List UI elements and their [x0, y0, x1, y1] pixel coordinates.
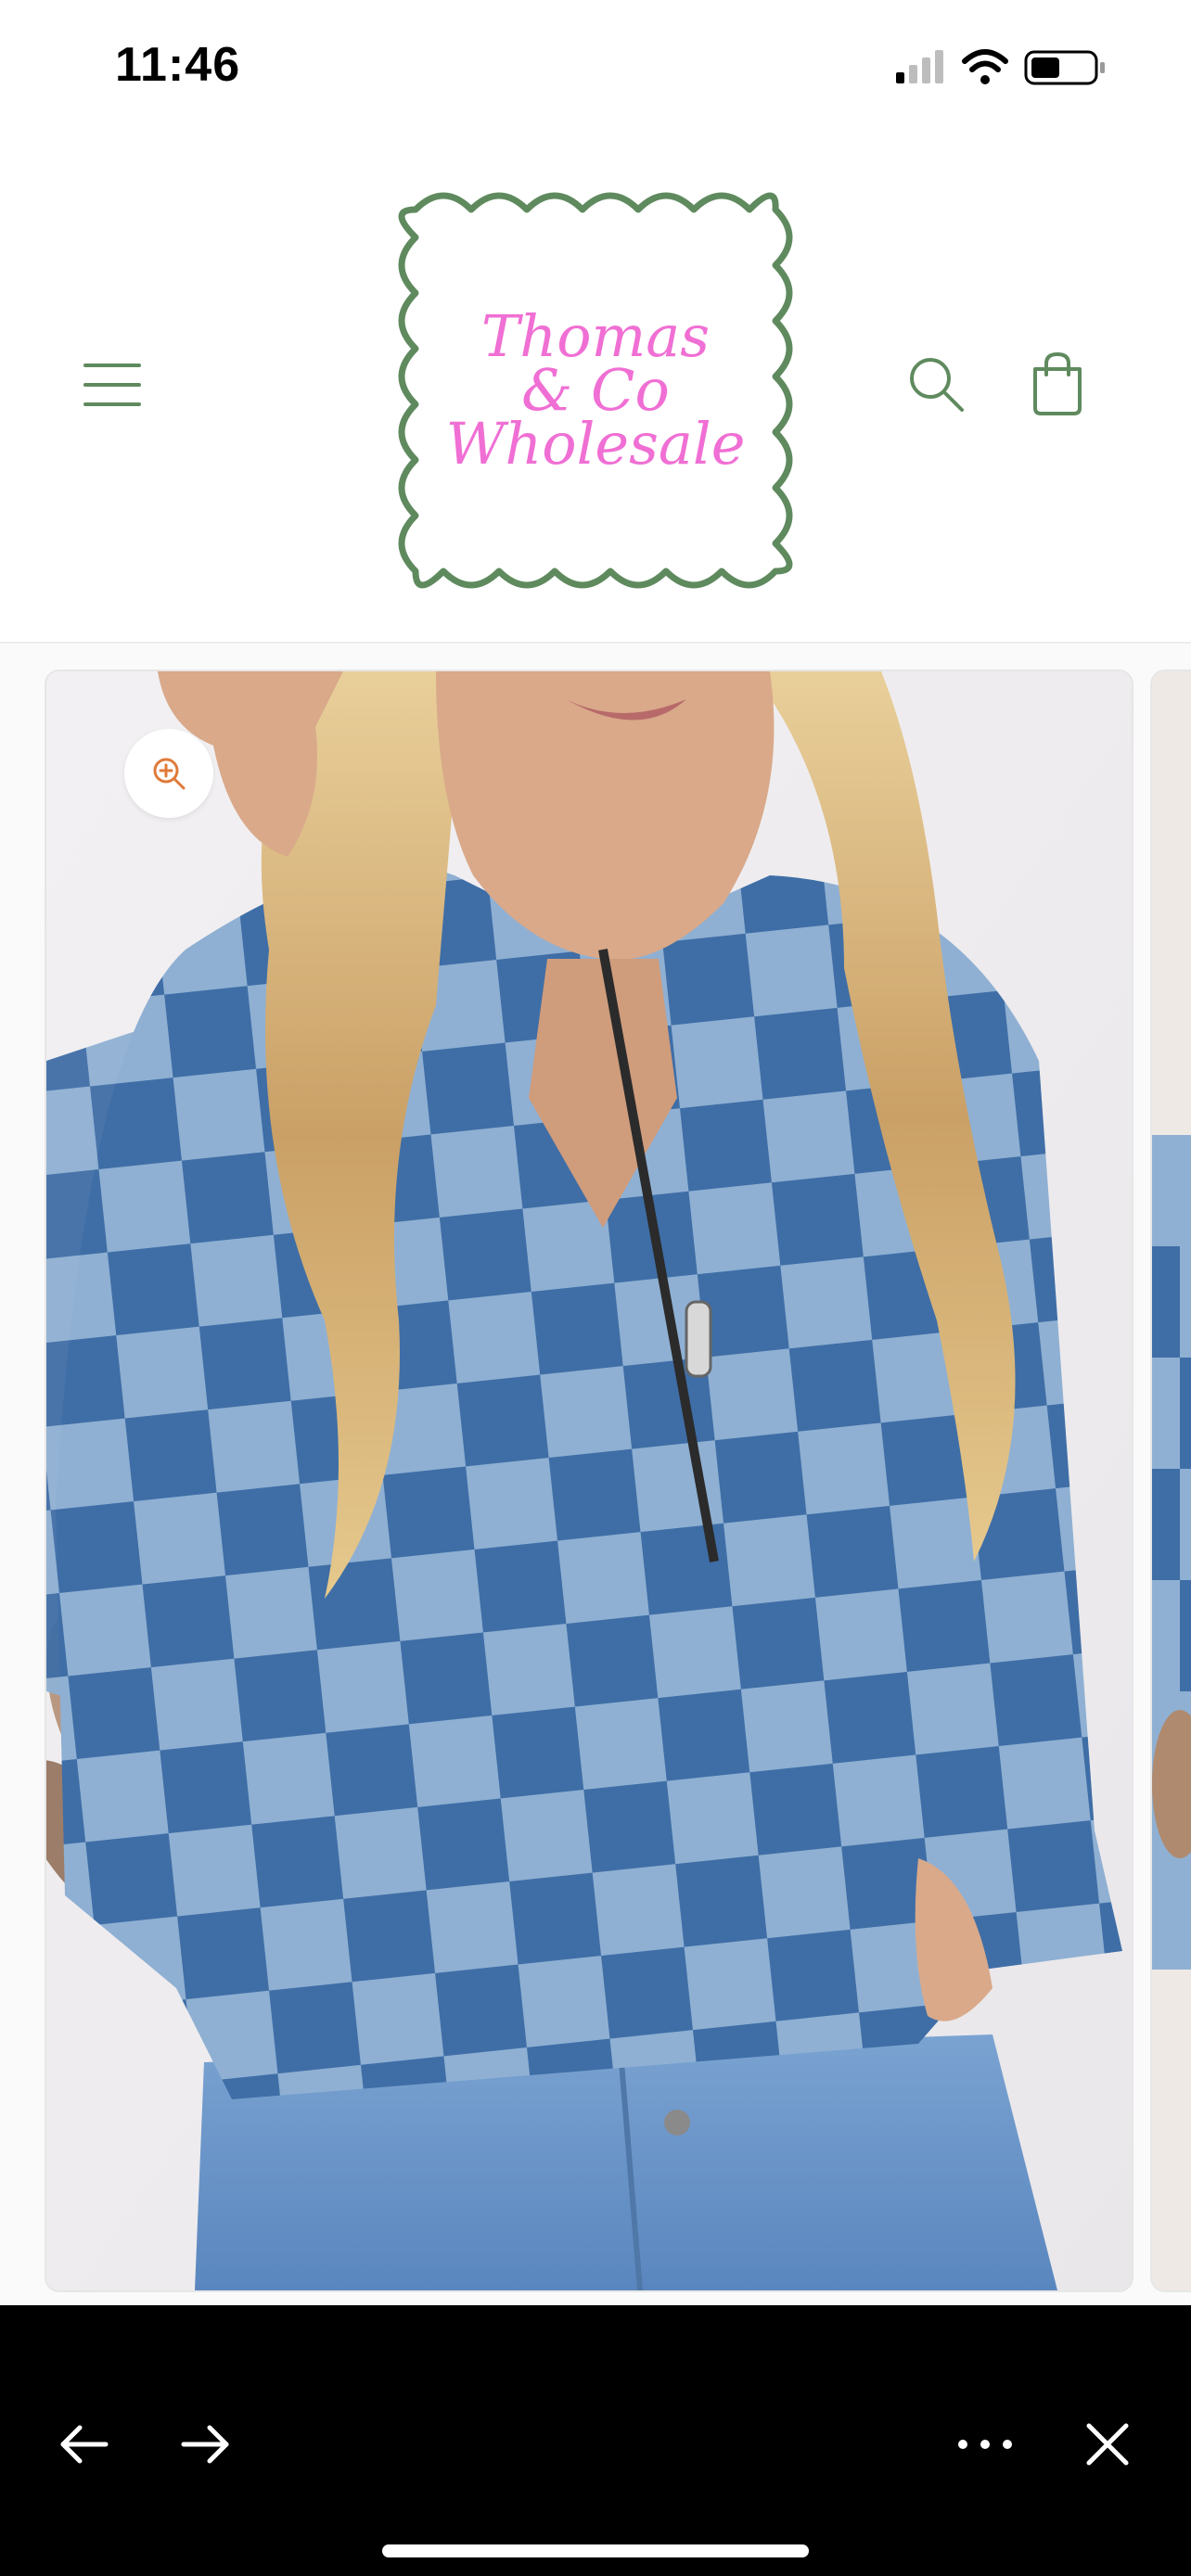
zoom-button[interactable]	[124, 729, 213, 818]
logo-text: Thomas & Co Wholesale	[378, 172, 813, 608]
status-time: 11:46	[115, 38, 241, 92]
store-logo[interactable]: Thomas & Co Wholesale	[378, 172, 813, 608]
close-button[interactable]	[1070, 2407, 1145, 2481]
product-photo	[46, 671, 1132, 2290]
battery-icon	[1024, 50, 1105, 85]
more-icon	[958, 2440, 1012, 2449]
more-button[interactable]	[948, 2407, 1022, 2481]
menu-button[interactable]	[74, 352, 150, 417]
forward-button[interactable]	[169, 2407, 243, 2481]
zoom-in-icon	[153, 758, 186, 790]
back-arrow-icon	[60, 2425, 109, 2464]
logo-line-3: Wholesale	[445, 410, 746, 478]
signal-icon	[896, 50, 943, 83]
next-product-photo	[1152, 671, 1191, 2290]
store-header: Thomas & Co Wholesale	[0, 130, 1191, 644]
forward-arrow-icon	[181, 2425, 229, 2464]
status-icons	[894, 45, 1117, 89]
product-image[interactable]	[45, 670, 1133, 2292]
wifi-icon	[962, 49, 1008, 84]
home-indicator[interactable]	[382, 2544, 809, 2557]
browser-toolbar	[0, 2305, 1191, 2576]
next-product-image[interactable]	[1150, 670, 1191, 2292]
cart-button[interactable]	[1028, 349, 1087, 417]
close-icon	[1086, 2423, 1129, 2466]
back-button[interactable]	[46, 2407, 121, 2481]
search-button[interactable]	[904, 352, 969, 417]
product-gallery	[0, 644, 1191, 2305]
cart-icon	[1033, 351, 1082, 415]
search-icon	[910, 358, 964, 412]
hamburger-menu-icon	[83, 363, 141, 406]
status-bar: 11:46	[0, 0, 1191, 130]
